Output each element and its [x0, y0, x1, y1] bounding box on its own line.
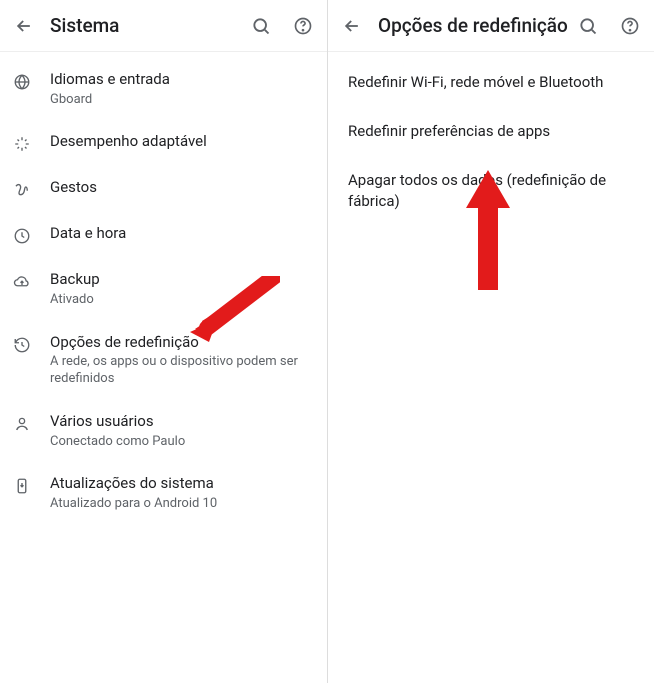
help-icon[interactable] [618, 14, 642, 38]
system-settings-pane: Sistema Idiomas e entrada Gboard Desempe… [0, 0, 327, 683]
search-icon[interactable] [576, 14, 600, 38]
reset-options-pane: Opções de redefinição Redefinir Wi-Fi, r… [327, 0, 654, 683]
reset-options-list: Redefinir Wi-Fi, rede móvel e Bluetooth … [328, 52, 654, 232]
row-gestures[interactable]: Gestos [0, 166, 327, 212]
row-title: Desempenho adaptável [50, 132, 311, 152]
row-title: Atualizações do sistema [50, 474, 311, 494]
page-title: Opções de redefinição [378, 14, 576, 37]
settings-list: Idiomas e entrada Gboard Desempenho adap… [0, 52, 327, 531]
row-reset-app-prefs[interactable]: Redefinir preferências de apps [328, 107, 654, 156]
row-multiple-users[interactable]: Vários usuários Conectado como Paulo [0, 400, 327, 462]
clock-icon [12, 226, 32, 246]
row-title: Data e hora [50, 224, 311, 244]
row-system-updates[interactable]: Atualizações do sistema Atualizado para … [0, 462, 327, 524]
row-reset-options[interactable]: Opções de redefinição A rede, os apps ou… [0, 321, 327, 400]
row-languages-input[interactable]: Idiomas e entrada Gboard [0, 58, 327, 120]
row-title: Gestos [50, 178, 311, 198]
page-title: Sistema [50, 14, 249, 37]
appbar-right: Opções de redefinição [328, 0, 654, 52]
row-title: Opções de redefinição [50, 333, 311, 353]
row-reset-network[interactable]: Redefinir Wi-Fi, rede móvel e Bluetooth [328, 58, 654, 107]
row-backup[interactable]: Backup Ativado [0, 258, 327, 320]
row-factory-reset[interactable]: Apagar todos os dados (redefinição de fá… [328, 156, 654, 226]
sparkle-icon [12, 134, 32, 154]
appbar-left: Sistema [0, 0, 327, 52]
update-icon [12, 476, 32, 496]
row-title: Idiomas e entrada [50, 70, 311, 90]
help-icon[interactable] [291, 14, 315, 38]
row-sub: Gboard [50, 92, 311, 109]
history-icon [12, 335, 32, 355]
row-title: Backup [50, 270, 311, 290]
row-adaptive-performance[interactable]: Desempenho adaptável [0, 120, 327, 166]
row-sub: A rede, os apps ou o dispositivo podem s… [50, 354, 311, 388]
globe-icon [12, 72, 32, 92]
back-icon[interactable] [340, 14, 364, 38]
row-sub: Ativado [50, 292, 311, 309]
search-icon[interactable] [249, 14, 273, 38]
cloud-up-icon [12, 272, 32, 292]
gesture-icon [12, 180, 32, 200]
row-date-time[interactable]: Data e hora [0, 212, 327, 258]
row-title: Vários usuários [50, 412, 311, 432]
row-sub: Conectado como Paulo [50, 434, 311, 451]
person-icon [12, 414, 32, 434]
back-icon[interactable] [12, 14, 36, 38]
row-sub: Atualizado para o Android 10 [50, 496, 311, 513]
